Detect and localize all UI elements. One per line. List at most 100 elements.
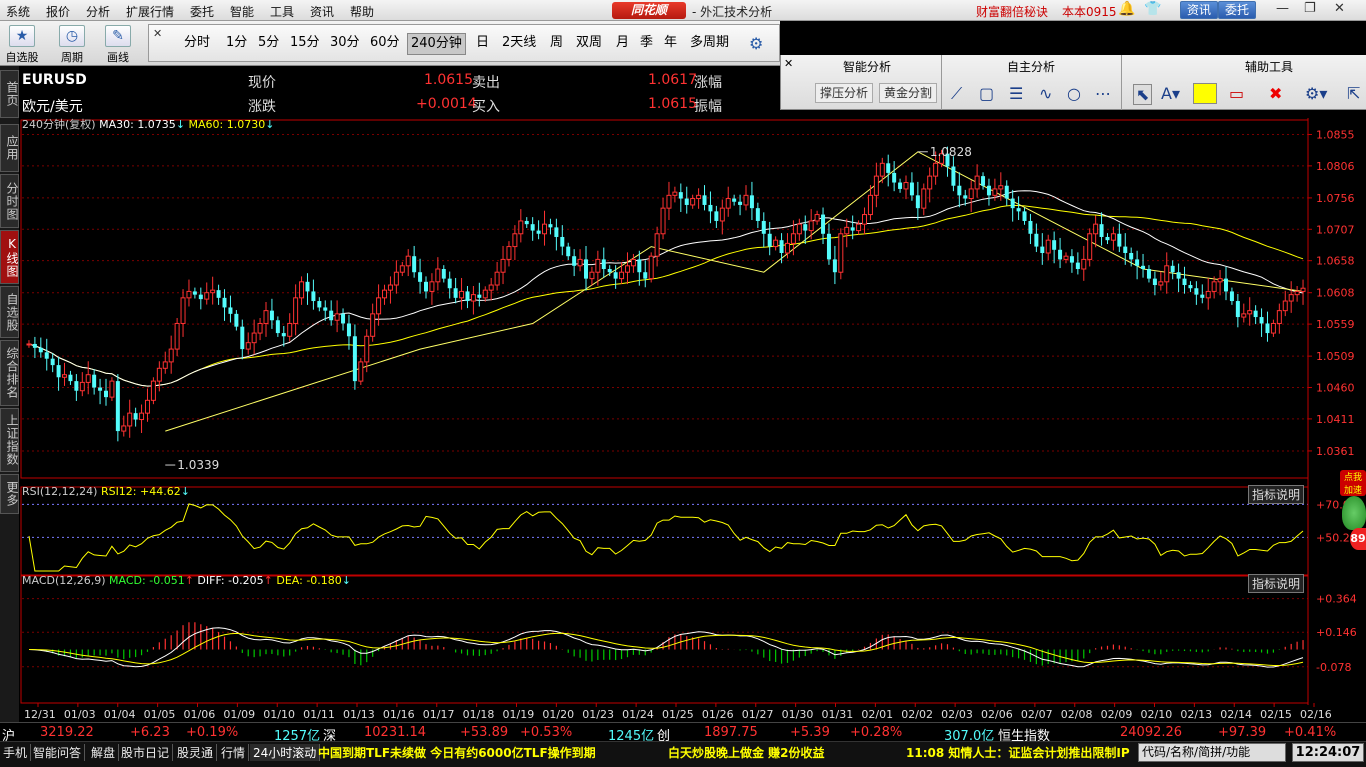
menu-analysis[interactable]: 分析 bbox=[86, 3, 110, 20]
menu-smart[interactable]: 智能 bbox=[230, 3, 254, 20]
sh-value[interactable]: 3219.22 bbox=[40, 725, 94, 740]
menu-news[interactable]: 资讯 bbox=[310, 3, 334, 20]
text-box-icon[interactable]: ☰ bbox=[1009, 84, 1023, 103]
kline-chart[interactable]: 1.0855 1.0806 1.0756 1.0707 1.0658 1.0608 1.05… bbox=[20, 118, 1366, 722]
tab-commentary[interactable]: 解盘 bbox=[88, 744, 120, 761]
nav-apps[interactable]: 应用 bbox=[0, 124, 19, 172]
hs-value[interactable]: 24092.26 bbox=[1120, 725, 1182, 740]
delete-icon[interactable]: ✖ bbox=[1269, 84, 1282, 103]
news-ticker-3[interactable]: 11:08 知情人士：证监会计划推出限制IP bbox=[906, 744, 1130, 761]
candle-body bbox=[690, 198, 696, 206]
menu-trade[interactable]: 委托 bbox=[190, 3, 214, 20]
promo-link[interactable]: 财富翻倍秘诀 bbox=[976, 3, 1048, 20]
period-tool[interactable]: ◷ 周期 bbox=[54, 25, 90, 65]
news-ticker-1[interactable]: 中国到期TLF未续做 今日有约6000亿TLF操作到期 bbox=[318, 744, 596, 761]
price-tick-label: 1.0411 bbox=[1316, 413, 1355, 426]
period-tick[interactable]: 分时 bbox=[181, 33, 213, 55]
period-month[interactable]: 月 bbox=[613, 33, 632, 55]
chart-area[interactable]: 1.0855 1.0806 1.0756 1.0707 1.0658 1.0608 1.05… bbox=[20, 118, 1366, 726]
period-year[interactable]: 年 bbox=[661, 33, 680, 55]
account-name[interactable]: 本本0915 bbox=[1062, 3, 1117, 20]
period-60m[interactable]: 60分 bbox=[367, 33, 403, 55]
line-tool-icon[interactable]: ⟋ bbox=[951, 84, 962, 104]
candle-body bbox=[856, 223, 862, 232]
maximize-icon[interactable]: ❐ bbox=[1304, 1, 1316, 16]
nav-home[interactable]: 首页 bbox=[0, 70, 19, 118]
period-multi[interactable]: 多周期 bbox=[687, 33, 732, 55]
self-analysis-header[interactable]: 自主分析 bbox=[1007, 58, 1055, 75]
candle-body bbox=[637, 259, 642, 273]
circle-tool-icon[interactable]: ○ bbox=[1067, 84, 1081, 103]
smart-analysis-header[interactable]: 智能分析 bbox=[843, 58, 891, 75]
tab-quotes[interactable]: 行情 bbox=[218, 744, 250, 761]
period-2day[interactable]: 2天线 bbox=[499, 33, 539, 55]
bell-icon[interactable]: 🔔 bbox=[1118, 1, 1135, 17]
golden-ratio-button[interactable]: 黄金分割 bbox=[879, 83, 938, 103]
period-15m[interactable]: 15分 bbox=[287, 33, 323, 55]
close-icon[interactable]: ✕ bbox=[1334, 1, 1345, 16]
news-ticker-2[interactable]: 白天炒股晚上做金 赚2份收益 bbox=[668, 744, 825, 761]
tab-mobile[interactable]: 手机 bbox=[0, 744, 32, 761]
candle-body bbox=[512, 233, 518, 248]
nav-ranking[interactable]: 综合排名 bbox=[0, 340, 19, 406]
more-icon[interactable]: ⋯ bbox=[1095, 84, 1111, 103]
nav-timeshare[interactable]: 分时图 bbox=[0, 174, 19, 228]
rect-tool-icon[interactable]: ▢ bbox=[979, 84, 994, 103]
gear-icon[interactable]: ⚙ bbox=[749, 34, 763, 53]
period-30m[interactable]: 30分 bbox=[327, 33, 363, 55]
wave-tool-icon[interactable]: ∿ bbox=[1039, 84, 1052, 103]
period-day[interactable]: 日 bbox=[473, 33, 492, 55]
expand-icon[interactable]: ⇱ bbox=[1347, 84, 1360, 103]
search-input[interactable]: 代码/名称/简拼/功能 bbox=[1138, 743, 1286, 762]
period-1m[interactable]: 1分 bbox=[223, 33, 250, 55]
menu-help[interactable]: 帮助 bbox=[350, 3, 374, 20]
menu-ext-quote[interactable]: 扩展行情 bbox=[126, 3, 174, 20]
menu-tools[interactable]: 工具 bbox=[270, 3, 294, 20]
font-icon[interactable]: A▾ bbox=[1161, 84, 1180, 103]
macd-label: MACD(12,26,9) bbox=[22, 574, 106, 587]
rsi-help-button[interactable]: 指标说明 bbox=[1248, 485, 1305, 504]
period-quarter[interactable]: 季 bbox=[637, 33, 656, 55]
tab-stock-link[interactable]: 股灵通 bbox=[174, 744, 218, 761]
trade-button[interactable]: 委托 bbox=[1218, 1, 1257, 19]
candle-body bbox=[1211, 281, 1217, 292]
draw-tool[interactable]: ✎ 画线 bbox=[100, 25, 136, 65]
sh-pct: +0.19% bbox=[186, 725, 239, 740]
settings-icon[interactable]: ⚙▾ bbox=[1305, 84, 1327, 103]
tab-diary[interactable]: 股市日记 bbox=[118, 744, 174, 761]
candle-body bbox=[299, 281, 305, 299]
symbol-code: EURUSD bbox=[22, 72, 87, 88]
period-5m[interactable]: 5分 bbox=[255, 33, 282, 55]
speed-badge[interactable]: 89 bbox=[1350, 528, 1366, 550]
eraser-icon[interactable]: ▭ bbox=[1229, 84, 1244, 103]
menu-system[interactable]: 系统 bbox=[6, 3, 30, 20]
candle-body bbox=[275, 320, 280, 334]
nav-kline[interactable]: K线图 bbox=[0, 230, 19, 284]
watchlist-tool[interactable]: ★ 自选股 bbox=[4, 25, 40, 65]
candle-body bbox=[524, 220, 529, 225]
nav-sh-index[interactable]: 上证指数 bbox=[0, 408, 19, 472]
cy-value[interactable]: 1897.75 bbox=[704, 725, 758, 740]
aux-tools-header[interactable]: 辅助工具 bbox=[1245, 58, 1293, 75]
color-swatch[interactable] bbox=[1193, 83, 1217, 104]
period-2week[interactable]: 双周 bbox=[573, 33, 605, 55]
support-resistance-button[interactable]: 撑压分析 bbox=[815, 83, 874, 103]
close-icon[interactable]: ✕ bbox=[784, 57, 793, 70]
menu-quote[interactable]: 报价 bbox=[46, 3, 70, 20]
mascot-icon[interactable] bbox=[1342, 496, 1366, 530]
nav-watchlist[interactable]: 自选股 bbox=[0, 286, 19, 338]
tab-qa[interactable]: 智能问答 bbox=[30, 744, 86, 761]
period-week[interactable]: 周 bbox=[547, 33, 566, 55]
date-label: 01/23 bbox=[582, 708, 614, 721]
close-icon[interactable]: ✕ bbox=[153, 27, 162, 40]
sz-value[interactable]: 10231.14 bbox=[364, 725, 426, 740]
tab-24h[interactable]: 24小时滚动 bbox=[250, 744, 321, 761]
minimize-icon[interactable]: — bbox=[1276, 1, 1289, 16]
period-240m[interactable]: 240分钟 bbox=[407, 33, 466, 55]
macd-help-button[interactable]: 指标说明 bbox=[1248, 574, 1305, 593]
news-button[interactable]: 资讯 bbox=[1180, 1, 1219, 19]
nav-more[interactable]: 更多 bbox=[0, 474, 19, 514]
speedup-tip[interactable]: 点我加速 bbox=[1340, 470, 1366, 496]
shirt-icon[interactable]: 👕 bbox=[1144, 1, 1161, 17]
cursor-icon[interactable]: ⬉ bbox=[1133, 84, 1153, 105]
